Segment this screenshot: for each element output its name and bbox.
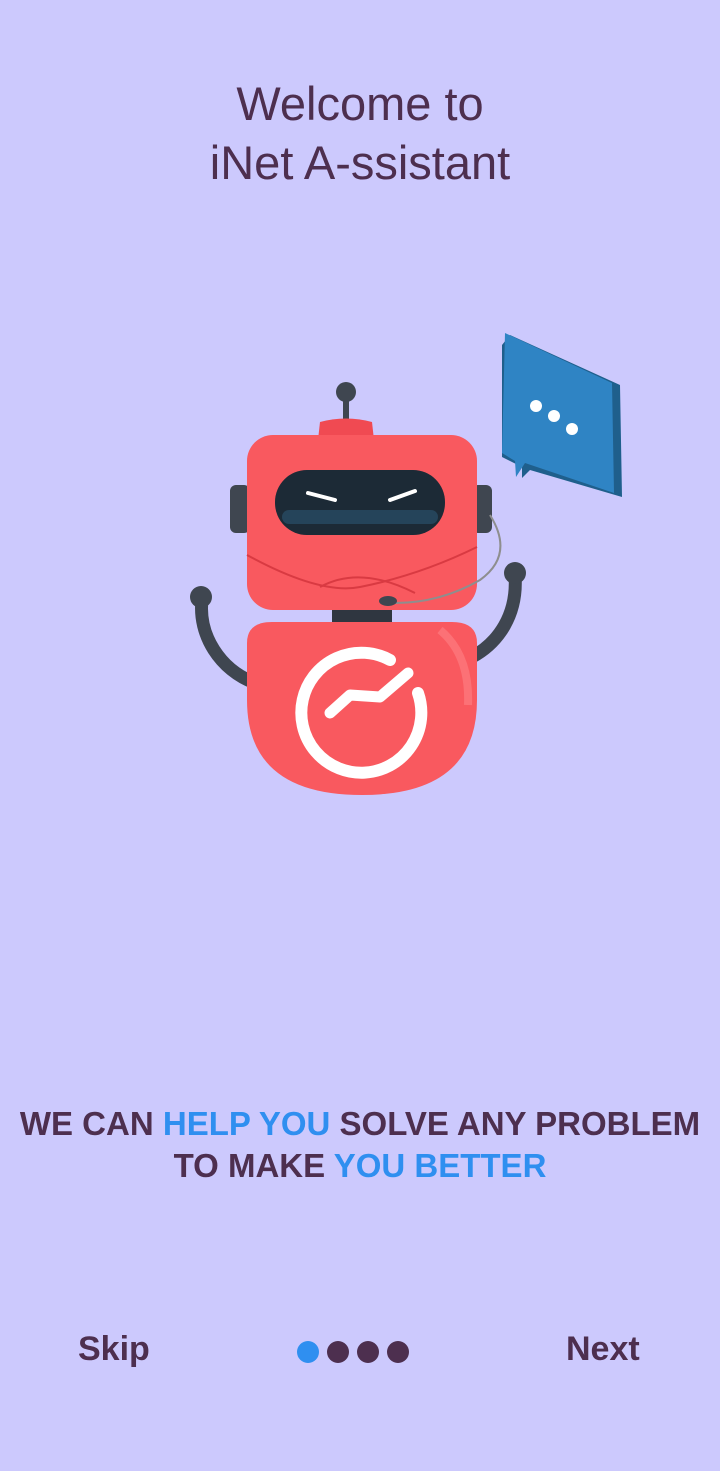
robot-assistant-illustration: [190, 333, 622, 795]
tagline-line-2: TO MAKE YOU BETTER: [0, 1145, 720, 1187]
page-title: Welcome to iNet A-ssistant: [0, 74, 720, 192]
tagline-text: WE CAN: [19, 1105, 163, 1142]
page-indicator: [297, 1341, 409, 1363]
page-dot-4[interactable]: [387, 1341, 409, 1363]
robot-icon: [190, 382, 526, 795]
tagline-line-1: WE CAN HELP YOU SOLVE ANY PROBLEM: [0, 1103, 720, 1145]
page-dot-1[interactable]: [297, 1341, 319, 1363]
tagline-highlight: HELP YOU: [162, 1105, 331, 1142]
title-line-1: Welcome to: [236, 77, 484, 130]
skip-button[interactable]: Skip: [78, 1330, 150, 1369]
chat-bubble-icon: [502, 333, 622, 497]
tagline-highlight: YOU BETTER: [333, 1147, 547, 1184]
page-dot-3[interactable]: [357, 1341, 379, 1363]
title-line-2: iNet A-ssistant: [209, 136, 511, 189]
tagline: WE CAN HELP YOU SOLVE ANY PROBLEM TO MAK…: [0, 1103, 720, 1187]
tagline-text: SOLVE ANY PROBLEM: [330, 1105, 701, 1142]
page-dot-2[interactable]: [327, 1341, 349, 1363]
tagline-text: TO MAKE: [173, 1147, 334, 1184]
next-button[interactable]: Next: [566, 1330, 640, 1369]
